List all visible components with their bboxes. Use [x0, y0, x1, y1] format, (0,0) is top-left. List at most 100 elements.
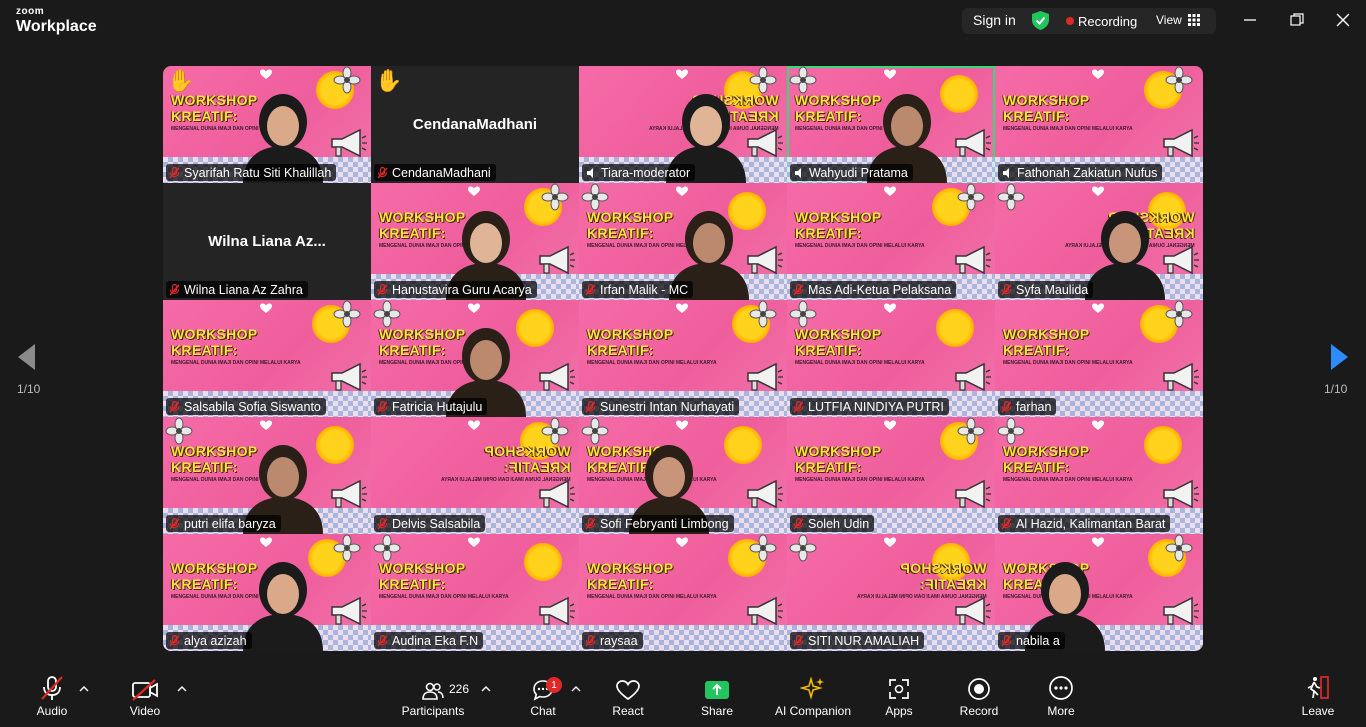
shield-check-icon[interactable]	[1032, 11, 1049, 30]
participant-tile[interactable]: WORKSHOPKREATIF:MENGENAL DUNIA IMAJI DAN…	[371, 183, 579, 300]
more-button[interactable]: More	[1041, 668, 1081, 727]
participant-tile[interactable]: WORKSHOPKREATIF:MENGENAL DUNIA IMAJI DAN…	[995, 66, 1203, 183]
sun-decoration	[713, 417, 773, 475]
audio-button[interactable]: Audio	[28, 668, 76, 727]
participant-tile[interactable]: WORKSHOPKREATIF:MENGENAL DUNIA IMAJI DAN…	[787, 66, 995, 183]
participant-video-feed	[1085, 211, 1165, 300]
grid-view-icon[interactable]	[1188, 14, 1200, 26]
banner-text: WORKSHOPKREATIF: MENGENAL DUNIA IMAJI DAN…	[795, 326, 925, 366]
participant-tile[interactable]: WORKSHOPKREATIF:MENGENAL DUNIA IMAJI DAN…	[163, 417, 371, 534]
banner-line-2: KREATIF:	[171, 342, 238, 358]
participant-tile[interactable]: WORKSHOPKREATIF:MENGENAL DUNIA IMAJI DAN…	[371, 300, 579, 417]
video-button[interactable]: Video	[121, 668, 169, 727]
megaphone-decoration-icon	[955, 245, 991, 275]
chat-label: Chat	[530, 704, 556, 718]
apps-label: Apps	[885, 704, 913, 718]
participant-name: putri elifa baryza	[184, 516, 276, 531]
recording-indicator[interactable]: Recording	[1078, 14, 1137, 29]
audio-options-chevron-icon[interactable]	[79, 686, 89, 692]
next-page-icon[interactable]	[1330, 344, 1348, 370]
previous-page-icon[interactable]	[18, 344, 36, 370]
participant-tile[interactable]: WORKSHOPKREATIF:MENGENAL DUNIA IMAJI DAN…	[579, 417, 787, 534]
banner-line-1: WORKSHOP	[1003, 326, 1090, 342]
participant-tile[interactable]: CendanaMadhani ✋ CendanaMadhani	[371, 66, 579, 183]
banner-text: WORKSHOPKREATIF: MENGENAL DUNIA IMAJI DAN…	[379, 560, 509, 600]
participant-name-label: Tiara-moderator	[582, 164, 696, 181]
banner-line-2: KREATIF:	[379, 576, 446, 592]
chat-options-chevron-icon[interactable]	[571, 686, 581, 692]
participant-tile[interactable]: WORKSHOPKREATIF:MENGENAL DUNIA IMAJI DAN…	[163, 66, 371, 183]
participant-tile[interactable]: WORKSHOPKREATIF:MENGENAL DUNIA IMAJI DAN…	[787, 183, 995, 300]
participant-tile[interactable]: WORKSHOPKREATIF:MENGENAL DUNIA IMAJI DAN…	[163, 300, 371, 417]
megaphone-decoration-icon	[539, 596, 575, 626]
view-button[interactable]: View	[1156, 13, 1182, 27]
page-indicator-left: 1/10	[17, 382, 41, 396]
participant-tile[interactable]: WORKSHOPKREATIF:MENGENAL DUNIA IMAJI DAN…	[579, 300, 787, 417]
banner-line-1: WORKSHOP	[587, 209, 674, 225]
banner-line-2: KREATIF:	[795, 459, 862, 475]
share-button[interactable]: Share	[695, 668, 739, 727]
participant-tile[interactable]: WORKSHOPKREATIF:MENGENAL DUNIA IMAJI DAN…	[995, 534, 1203, 651]
participant-tile[interactable]: WORKSHOPKREATIF:MENGENAL DUNIA IMAJI DAN…	[579, 183, 787, 300]
close-icon[interactable]	[1335, 12, 1351, 28]
mic-muted-icon	[585, 634, 596, 646]
raised-hand-icon: ✋	[167, 68, 195, 93]
heart-logo-icon	[1092, 303, 1104, 313]
ai-companion-button[interactable]: AI Companion	[771, 668, 855, 727]
participant-name: farhan	[1016, 399, 1052, 414]
banner-subtitle: MENGENAL DUNIA IMAJI DAN OPINI MELALUI K…	[795, 243, 925, 249]
speaking-indicator-icon	[1003, 167, 1009, 178]
participant-tile[interactable]: WORKSHOPKREATIF:MENGENAL DUNIA IMAJI DAN…	[995, 417, 1203, 534]
video-options-chevron-icon[interactable]	[177, 686, 187, 692]
sun-decoration	[925, 300, 985, 358]
banner-line-1: WORKSHOP	[379, 560, 466, 576]
participant-tile[interactable]: WORKSHOPKREATIF:MENGENAL DUNIA IMAJI DAN…	[787, 534, 995, 651]
participant-tile[interactable]: WORKSHOPKREATIF:MENGENAL DUNIA IMAJI DAN…	[371, 534, 579, 651]
participant-name-label: LUTFIA NINDIYA PUTRI	[790, 398, 949, 415]
leave-button[interactable]: Leave	[1298, 668, 1338, 727]
banner-line-2: KREATIF:	[379, 225, 446, 241]
participant-name: CendanaMadhani	[392, 165, 491, 180]
apps-button[interactable]: Apps	[879, 668, 919, 727]
participant-tile[interactable]: Wilna Liana Az... Wilna Liana Az Zahra	[163, 183, 371, 300]
banner-text: WORKSHOPKREATIF: MENGENAL DUNIA IMAJI DAN…	[1003, 326, 1133, 366]
react-button[interactable]: React	[606, 668, 650, 727]
sign-in-button[interactable]: Sign in	[973, 12, 1016, 28]
more-options-icon	[1049, 676, 1073, 700]
megaphone-decoration-icon	[1163, 128, 1199, 158]
participant-tile[interactable]: WORKSHOPKREATIF:MENGENAL DUNIA IMAJI DAN…	[995, 183, 1203, 300]
megaphone-decoration-icon	[331, 362, 367, 392]
participant-tile[interactable]: WORKSHOPKREATIF:MENGENAL DUNIA IMAJI DAN…	[163, 534, 371, 651]
restore-icon[interactable]	[1289, 12, 1305, 28]
participant-tile[interactable]: WORKSHOPKREATIF:MENGENAL DUNIA IMAJI DAN…	[371, 417, 579, 534]
participant-name: Sunestri Intan Nurhayati	[600, 399, 735, 414]
participants-button[interactable]: Participants	[398, 668, 468, 727]
participant-name-label: putri elifa baryza	[166, 515, 281, 532]
minimize-icon[interactable]	[1242, 12, 1258, 28]
heart-logo-icon	[676, 303, 688, 313]
megaphone-decoration-icon	[331, 479, 367, 509]
participants-options-chevron-icon[interactable]	[481, 686, 491, 692]
mic-muted-icon	[585, 400, 596, 412]
participant-name-label: Soleh Udin	[790, 515, 875, 532]
participant-name-label: Hanustavira Guru Acarya	[374, 281, 537, 298]
participant-tile[interactable]: WORKSHOPKREATIF:MENGENAL DUNIA IMAJI DAN…	[579, 534, 787, 651]
flower-decoration-icon	[373, 300, 401, 328]
participant-tile[interactable]: WORKSHOPKREATIF:MENGENAL DUNIA IMAJI DAN…	[787, 300, 995, 417]
chat-button[interactable]: Chat	[522, 668, 564, 727]
megaphone-decoration-icon	[539, 245, 575, 275]
record-icon	[968, 678, 990, 700]
record-button[interactable]: Record	[955, 668, 1003, 727]
participant-tile[interactable]: WORKSHOPKREATIF:MENGENAL DUNIA IMAJI DAN…	[995, 300, 1203, 417]
banner-line-2: KREATIF:	[171, 576, 238, 592]
participant-name-label: Wahyudi Pratama	[790, 164, 913, 181]
heart-logo-icon	[676, 69, 688, 79]
participant-name-label: Audina Eka F.N	[374, 632, 484, 649]
megaphone-decoration-icon	[747, 596, 783, 626]
mic-muted-icon	[1001, 400, 1012, 412]
mic-muted-icon	[169, 517, 180, 529]
participant-tile[interactable]: WORKSHOPKREATIF:MENGENAL DUNIA IMAJI DAN…	[579, 66, 787, 183]
participant-tile[interactable]: WORKSHOPKREATIF:MENGENAL DUNIA IMAJI DAN…	[787, 417, 995, 534]
banner-line-2: KREATIF:	[795, 225, 862, 241]
banner-line-2: KREATIF:	[587, 225, 654, 241]
